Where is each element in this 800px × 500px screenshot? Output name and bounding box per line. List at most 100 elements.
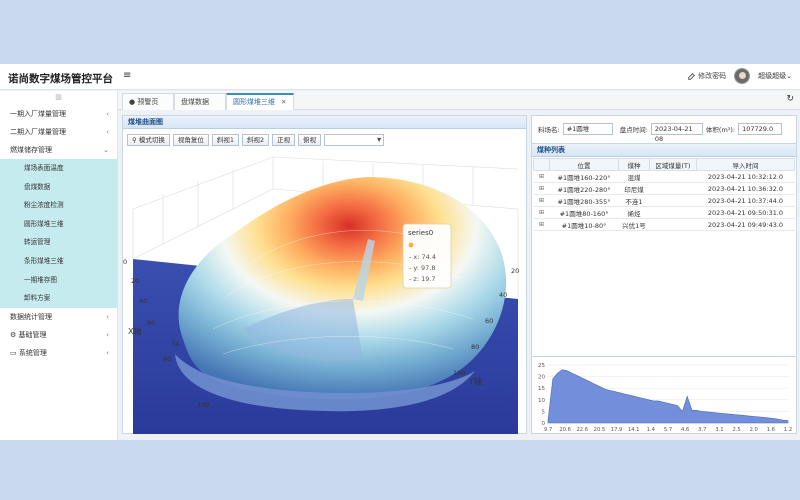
sidebar-item-statistics[interactable]: 数据统计管理 ‹ xyxy=(0,308,117,326)
user-name: 超级超级 xyxy=(758,72,787,80)
table-row[interactable]: ⊞ #1圆堆80-160° 烯烃 2023-04-21 09:50:31.0 xyxy=(533,206,795,219)
x-tick: 3.7 xyxy=(698,427,706,433)
tab-coal-data[interactable]: 盘煤数据✕ xyxy=(174,93,226,122)
user-menu[interactable]: 超级超级⌄ xyxy=(758,71,792,81)
y-tick: 100 xyxy=(453,369,465,377)
chevron-down-icon: ⌄ xyxy=(103,146,109,154)
table-row[interactable]: ⊞ #1圆堆160-220° 混煤 2023-04-21 10:32:12.0 xyxy=(533,170,795,183)
y-axis-label: Y轴 xyxy=(468,376,482,386)
sidebar-subitem-dust[interactable]: 粉尘浓度检测 xyxy=(0,196,117,215)
volume-field[interactable]: 107729.0 xyxy=(738,123,783,135)
view-select[interactable] xyxy=(324,134,385,146)
cell-amount xyxy=(649,194,697,207)
cell-time: 2023-04-21 10:37:44.0 xyxy=(696,194,795,207)
table-header-row: 位置 煤种 区域煤量(T) 导入时间 xyxy=(533,158,796,171)
coal-table: 位置 煤种 区域煤量(T) 导入时间 ⊞ #1圆堆160-220° 混煤 202… xyxy=(533,158,796,231)
tab-warning[interactable]: ● 预警页 xyxy=(122,93,174,110)
tab-round-3d[interactable]: 圆形煤堆三维 ✕ xyxy=(226,93,294,110)
cell-amount xyxy=(649,182,697,195)
sidebar-subitem-coal-data[interactable]: 盘煤数据 xyxy=(0,178,117,197)
x-tick: 74 xyxy=(171,340,179,348)
profile-chart-panel: 0 5 10 15 20 25 9.7 20.6 22.6 20.5 17.9 14.1 1.4 5.7… xyxy=(532,356,796,434)
y-tick: 20 xyxy=(538,375,545,381)
mode-switch-button[interactable]: ⚲ 模式切换 xyxy=(127,134,170,146)
cell-type: 不连1 xyxy=(618,194,650,207)
change-password-link[interactable]: 修改密码 xyxy=(688,71,726,81)
cell-position: #1圆堆220-280° xyxy=(549,182,619,195)
sidebar-item-phase2[interactable]: 二期入厂煤量管理 ‹ xyxy=(0,123,117,141)
sidebar-subitem-unload-plan[interactable]: 卸料方案 xyxy=(0,289,117,308)
close-icon[interactable]: ✕ xyxy=(281,98,286,106)
sidebar-submenu: 煤场表面温度 盘煤数据 粉尘浓度检测 圆形煤堆三维 转运管理 条形煤堆三维 一期… xyxy=(0,159,117,308)
column-header[interactable]: 区域煤量(T) xyxy=(648,158,697,171)
cell-type: 印尼煤 xyxy=(618,182,650,195)
column-header[interactable]: 导入时间 xyxy=(695,158,796,171)
sidebar-subitem-round-3d[interactable]: 圆形煤堆三维 xyxy=(0,215,117,234)
avatar[interactable] xyxy=(734,68,751,84)
x-tick: 80 xyxy=(163,355,171,363)
top-bar: 诺尚数字煤场管控平台 ≡ 修改密码 超级超级⌄ xyxy=(0,64,800,90)
sidebar-collapse-icon[interactable]: ▥ xyxy=(0,91,117,105)
x-tick: 0 xyxy=(123,258,127,266)
cell-position: #1圆堆80-160° xyxy=(549,206,619,219)
chevron-left-icon: ‹ xyxy=(106,110,109,118)
top-view-button[interactable]: 俯视 xyxy=(298,134,322,146)
oblique-view2-button[interactable]: 斜视2 xyxy=(241,134,270,146)
menu-toggle-icon[interactable]: ≡ xyxy=(123,70,131,81)
volume-label: 体积(m³): xyxy=(705,126,736,134)
x-tick: 22.6 xyxy=(577,427,589,433)
tooltip-x: - x: 74.4 xyxy=(409,253,436,261)
info-panel: 料场名: #1圆堆 盘点时间: 2023-04-21 08 体积(m³): 10… xyxy=(531,115,797,434)
tooltip-series: series0 xyxy=(408,229,433,237)
time-field[interactable]: 2023-04-21 08 xyxy=(650,123,703,143)
expand-icon[interactable]: ⊞ xyxy=(533,170,550,183)
cell-position: #1圆堆280-355° xyxy=(549,194,619,207)
cell-amount xyxy=(649,218,697,231)
x-tick: 5.7 xyxy=(664,427,672,433)
sidebar-item-label: 一期入厂煤量管理 xyxy=(10,110,66,118)
stockyard-field[interactable]: #1圆堆 xyxy=(562,123,613,135)
sidebar-item-basic[interactable]: ⚙ 基础管理 ‹ xyxy=(0,326,117,344)
sidebar-subitem-temperature[interactable]: 煤场表面温度 xyxy=(0,159,117,178)
sidebar-subitem-strip-3d[interactable]: 条形煤堆三维 xyxy=(0,252,117,271)
stockyard-form: 料场名: #1圆堆 盘点时间: 2023-04-21 08 体积(m³): 10… xyxy=(538,123,783,143)
oblique-view1-button[interactable]: 斜视1 xyxy=(211,134,239,146)
button-label: 模式切换 xyxy=(138,136,165,144)
sidebar-item-phase1[interactable]: 一期入厂煤量管理 ‹ xyxy=(0,105,117,123)
time-label: 盘点时间: xyxy=(619,126,648,134)
x-tick: 17.9 xyxy=(611,427,623,433)
sidebar-subitem-transfer[interactable]: 转运管理 xyxy=(0,233,117,252)
sidebar-subitem-storage-map[interactable]: 一期堆存图 xyxy=(0,271,117,290)
x-tick-labels: 9.7 20.6 22.6 20.5 17.9 14.1 1.4 5.7 4.6 3.7 3.1 2.… xyxy=(544,427,792,433)
data-tooltip: series0 - x: 74.4 - y: 97.8 - z: 19.7 xyxy=(402,223,452,289)
cell-time: 2023-04-21 09:49:43.0 xyxy=(696,218,795,231)
column-header[interactable]: 煤种 xyxy=(618,158,650,171)
edit-icon xyxy=(688,72,696,80)
sidebar-item-label: 燃煤储存管理 xyxy=(10,146,52,154)
cell-position: #1圆堆10-80° xyxy=(549,218,619,231)
sidebar-item-storage[interactable]: 燃煤储存管理 ⌄ xyxy=(0,141,117,159)
sidebar-item-system[interactable]: ▭ 系统管理 ‹ xyxy=(0,344,117,362)
y-tick: 60 xyxy=(485,317,493,325)
table-row[interactable]: ⊞ #1圆堆280-355° 不连1 2023-04-21 10:37:44.0 xyxy=(533,194,795,207)
reset-view-button[interactable]: 视角复位 xyxy=(172,134,209,146)
expand-icon[interactable]: ⊞ xyxy=(533,182,550,195)
front-view-button[interactable]: 正视 xyxy=(272,134,296,146)
series-area xyxy=(547,369,789,424)
expand-icon[interactable]: ⊞ xyxy=(533,218,550,231)
refresh-icon[interactable]: ↻ xyxy=(786,94,794,104)
table-row[interactable]: ⊞ #1圆堆220-280° 印尼煤 2023-04-21 10:36:32.0 xyxy=(533,182,795,195)
sidebar-item-label: 二期入厂煤量管理 xyxy=(10,128,66,136)
coal-type-list: 煤种列表 位置 煤种 区域煤量(T) 导入时间 ⊞ #1圆堆160-220° 混… xyxy=(532,143,796,258)
x-tick: 100 xyxy=(197,401,209,409)
column-header[interactable]: 位置 xyxy=(548,158,620,171)
y-tick: 5 xyxy=(542,409,546,415)
gear-icon: ⚙ xyxy=(10,330,17,339)
tab-label: 圆形煤堆三维 xyxy=(233,98,275,106)
surface-chart[interactable]: series0 - x: 74.4 - y: 97.8 - z: 19.7 0 … xyxy=(123,149,528,434)
expand-icon[interactable]: ⊞ xyxy=(533,194,550,207)
x-tick: 2.5 xyxy=(732,427,740,433)
expand-icon[interactable]: ⊞ xyxy=(533,206,550,219)
table-row[interactable]: ⊞ #1圆堆10-80° 兴优1号 2023-04-21 09:49:43.0 xyxy=(533,218,795,231)
cell-type: 兴优1号 xyxy=(618,218,650,231)
